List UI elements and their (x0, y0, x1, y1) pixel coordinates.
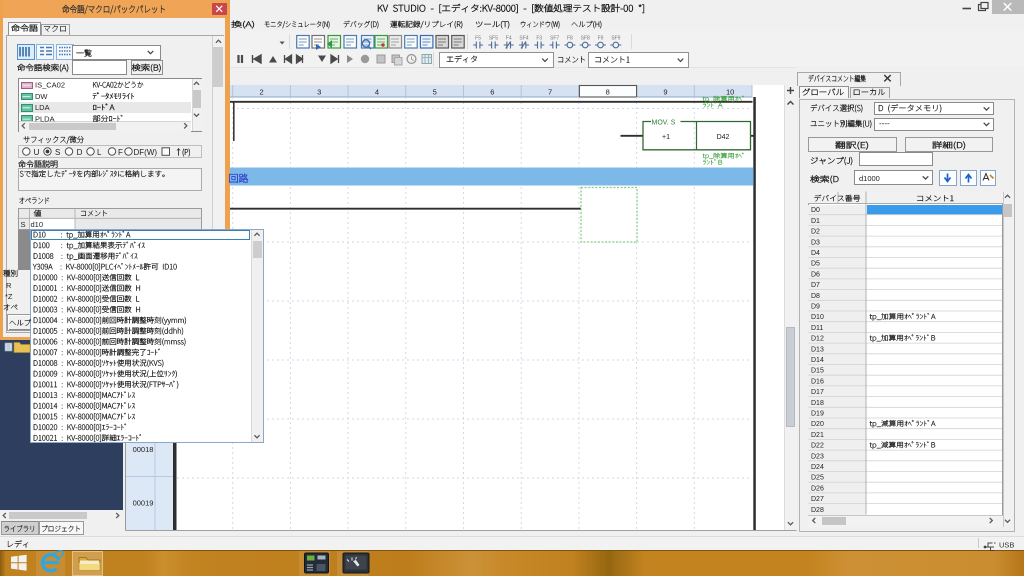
svg-text:SF8: SF8 (581, 36, 590, 42)
svg-text:D7: D7 (811, 282, 820, 289)
svg-text:D13: D13 (811, 346, 824, 353)
svg-text:PLDA: PLDA (35, 114, 55, 123)
svg-text:5: 5 (433, 88, 437, 97)
svg-text:D20: D20 (811, 421, 824, 428)
svg-text:D26: D26 (811, 485, 824, 492)
svg-text:D16: D16 (811, 378, 824, 385)
svg-text:8: 8 (606, 88, 610, 97)
svg-text:MOV. S: MOV. S (652, 120, 676, 127)
svg-text:D10: D10 (811, 314, 824, 321)
svg-text:00018: 00018 (133, 445, 154, 454)
svg-text:LDA: LDA (35, 103, 50, 112)
svg-text:F3: F3 (536, 36, 542, 42)
svg-text:SF9: SF9 (611, 36, 620, 42)
svg-text:IS_CA02: IS_CA02 (35, 81, 65, 90)
svg-text:USB: USB (999, 541, 1014, 550)
svg-text:D11: D11 (811, 325, 823, 332)
svg-text:D42: D42 (717, 134, 730, 141)
svg-text:2: 2 (259, 88, 263, 97)
svg-text:D: D (77, 148, 83, 157)
svg-text:U: U (34, 148, 40, 157)
svg-text:D1: D1 (811, 218, 820, 225)
svg-text:D12: D12 (811, 336, 824, 343)
svg-text:D28: D28 (811, 507, 824, 514)
svg-text:7: 7 (548, 88, 552, 97)
svg-text:9: 9 (663, 88, 667, 97)
svg-text:d10: d10 (31, 220, 44, 229)
svg-text:F4: F4 (506, 36, 512, 42)
svg-text:L: L (97, 148, 102, 157)
svg-text:D3: D3 (811, 239, 820, 246)
svg-text:D21: D21 (811, 432, 824, 439)
svg-text:00019: 00019 (133, 499, 154, 508)
svg-text:S: S (21, 220, 26, 229)
svg-text:D9: D9 (811, 304, 820, 311)
svg-text:D5: D5 (811, 261, 820, 268)
svg-text:SF4: SF4 (519, 36, 528, 42)
svg-text:----: ---- (879, 119, 890, 128)
svg-text:D18: D18 (811, 400, 824, 407)
svg-text:4: 4 (375, 88, 379, 97)
svg-text:D4: D4 (811, 250, 820, 257)
svg-text:D25: D25 (811, 475, 824, 482)
svg-text:F9: F9 (598, 36, 604, 42)
svg-text:*Z: *Z (5, 292, 13, 301)
svg-text:F5: F5 (475, 36, 481, 42)
svg-text:R: R (6, 281, 12, 290)
svg-text:SF5: SF5 (489, 36, 498, 42)
svg-text:D14: D14 (811, 357, 824, 364)
svg-text:D23: D23 (811, 453, 824, 460)
svg-text:+1: +1 (662, 134, 670, 141)
svg-text:D15: D15 (811, 368, 824, 375)
svg-text:SF7: SF7 (550, 36, 559, 42)
svg-text:D19: D19 (811, 411, 824, 418)
svg-text:DF(W): DF(W) (134, 148, 158, 157)
svg-text:D6: D6 (811, 271, 820, 278)
svg-text:DW: DW (35, 92, 48, 101)
svg-text:D17: D17 (811, 389, 824, 396)
svg-text:D0: D0 (811, 207, 820, 214)
svg-text:D24: D24 (811, 464, 824, 471)
svg-text:D22: D22 (811, 443, 824, 450)
svg-text:F8: F8 (567, 36, 573, 42)
svg-text:3: 3 (317, 88, 321, 97)
svg-text:S: S (55, 148, 60, 157)
svg-text:d1000: d1000 (859, 174, 880, 183)
svg-text:D2: D2 (811, 229, 820, 236)
svg-text:D8: D8 (811, 293, 820, 300)
svg-text:6: 6 (490, 88, 494, 97)
svg-text:F: F (118, 148, 123, 157)
svg-text:10: 10 (726, 88, 734, 97)
svg-text:D27: D27 (811, 496, 824, 503)
